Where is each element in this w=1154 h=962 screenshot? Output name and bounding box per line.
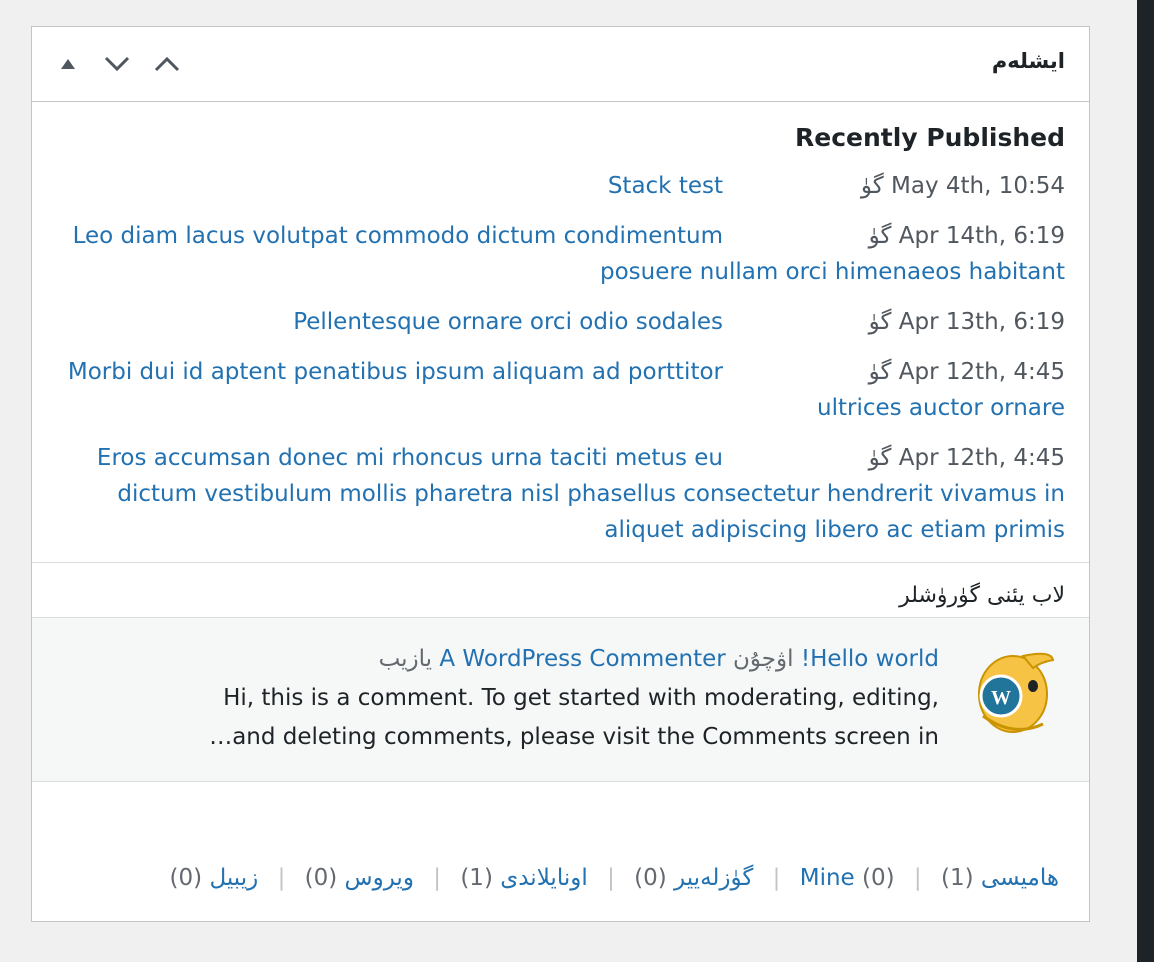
comment-author-prefix: يازيب [378,646,433,672]
list-item: Apr 12th, 4:45 گۈEros accumsan donec mi … [56,440,1065,548]
filter-count: (0) [304,865,338,891]
recent-comments-title: لاب يئنى گۈرۈشلر [899,583,1065,608]
recently-published-section: Recently Published May 4th, 10:54 گۈ Stac… [32,102,1089,548]
filter-approved[interactable]: اونايلاندى [500,865,588,891]
comment-meta: Hello world! اۋچۇن A WordPress Commenter… [182,640,939,679]
post-link[interactable]: Stack test [608,173,723,199]
published-list: May 4th, 10:54 گۈ Stack test Apr 14th, 6:… [56,168,1065,548]
list-item: Apr 13th, 6:19 گۈ Pellentesque ornare orc… [56,304,1065,340]
filter-count: (0) [634,865,667,891]
move-up-button[interactable] [142,49,192,79]
filter-mine[interactable]: Mine [800,865,855,891]
widget-header: ايشلەم [32,27,1089,102]
comment-filters: هاميسى (1) | Mine (0) | گۈزلەيير (0) | ا… [170,865,1059,891]
post-date: May 4th, 10:54 گۈ [860,173,1065,199]
admin-scrollbar-strip [1137,0,1154,962]
chevron-up-icon [154,56,180,72]
filter-separator: | [772,865,781,891]
filter-separator: | [913,865,922,891]
comment-excerpt: Hi, this is a comment. To get started wi… [209,685,939,750]
triangle-up-icon [61,59,75,69]
recently-published-title: Recently Published [795,123,1065,152]
filter-count: (0) [862,865,895,891]
comment-post-link[interactable]: Hello world! [801,646,939,672]
list-item: May 4th, 10:54 گۈ Stack test [56,168,1065,204]
filter-separator: | [607,865,615,891]
comment-on-label: اۋچۇن [733,646,794,672]
filter-count: (1) [460,865,493,891]
activity-widget: ايشلەم Recently Published May 4th, 10:54… [31,26,1090,922]
filter-pending[interactable]: گۈزلەيير [674,865,753,891]
post-link[interactable]: Pellentesque ornare orci odio sodales [293,309,723,335]
chevron-down-icon [104,56,130,72]
widget-title: ايشلەم [991,49,1065,73]
list-item: Apr 12th, 4:45 گۈMorbi dui id aptent pen… [56,354,1065,426]
filter-all[interactable]: هاميسى [981,865,1059,891]
move-handle-button[interactable] [56,49,80,79]
post-date: Apr 13th, 6:19 گۈ [868,309,1065,335]
list-item: Apr 14th, 6:19 گۈLeo diam lacus volutpat… [56,218,1065,290]
comment-body: Hello world! اۋچۇن A WordPress Commenter… [182,640,939,757]
filter-count: (1) [940,865,974,891]
filter-separator: | [433,865,441,891]
filter-spam[interactable]: ويروس [345,865,414,891]
move-down-button[interactable] [92,49,142,79]
avatar: W [978,652,1055,733]
post-date: Apr 12th, 4:45 گۈ [868,445,1065,471]
post-date: Apr 14th, 6:19 گۈ [868,223,1065,249]
comment-item: W Hello world! اۋچۇن A WordPress Comment… [32,617,1089,782]
comment-author-link[interactable]: A WordPress Commenter [439,646,725,672]
svg-text:W: W [991,687,1011,709]
widget-controls [56,49,192,79]
filter-trash[interactable]: زيبيل [209,865,258,891]
post-date: Apr 12th, 4:45 گۈ [868,359,1065,385]
filter-count: (0) [169,865,203,891]
filter-separator: | [277,865,286,891]
